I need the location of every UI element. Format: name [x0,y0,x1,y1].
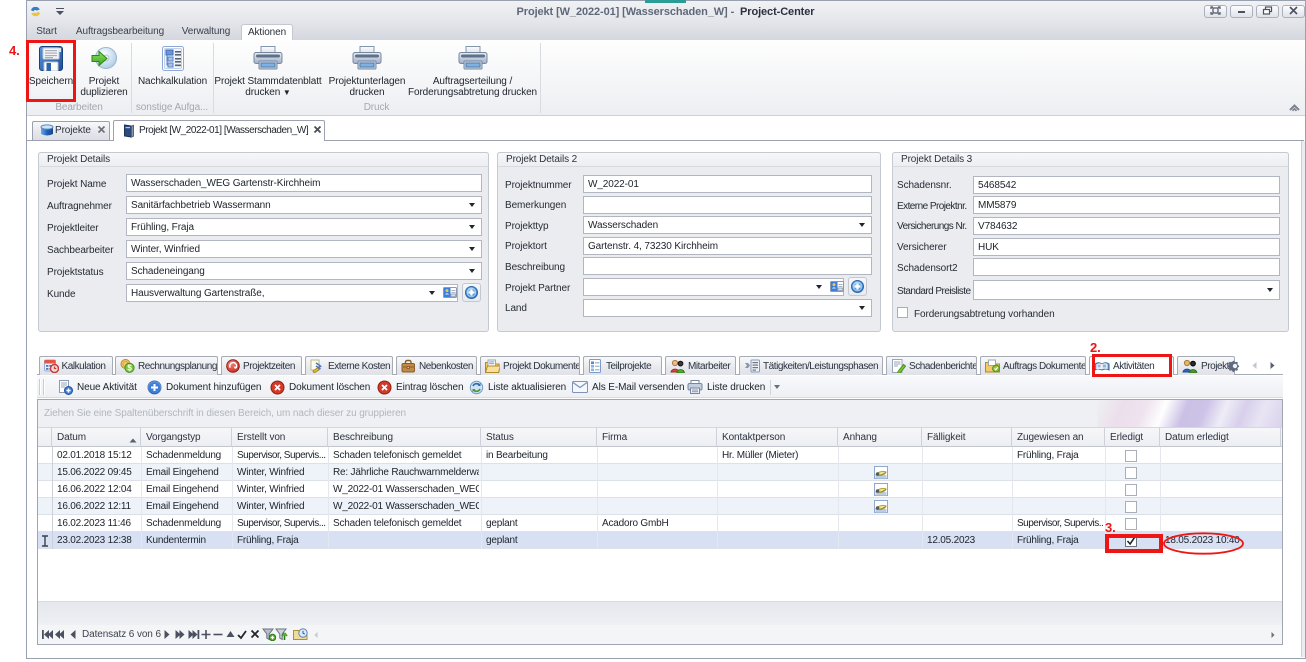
svg-text:$: $ [127,364,132,373]
